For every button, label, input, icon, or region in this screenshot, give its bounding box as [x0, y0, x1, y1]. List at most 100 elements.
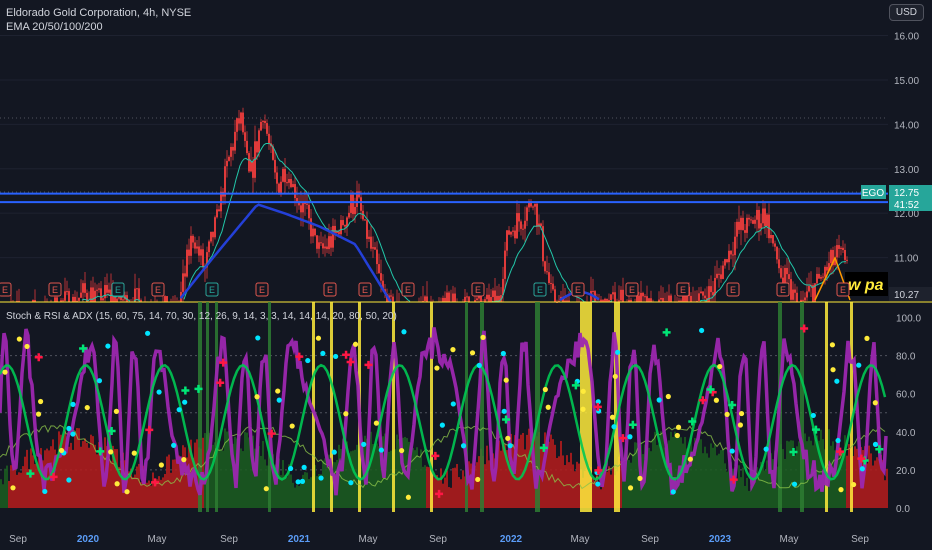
histogram-bar	[176, 456, 178, 508]
signal-dot	[182, 399, 188, 405]
candle-body	[804, 297, 806, 301]
candle-body	[782, 277, 784, 283]
candle-body	[506, 230, 508, 251]
signal-dot	[289, 423, 295, 429]
candle-body	[734, 236, 736, 256]
candle-body	[796, 292, 798, 302]
candle-body	[184, 273, 186, 277]
candle-body	[644, 296, 646, 298]
signal-dot	[503, 377, 509, 383]
signal-dot	[872, 400, 878, 406]
candle-body	[766, 214, 768, 227]
histogram-bar	[848, 444, 850, 508]
candle-body	[286, 182, 288, 184]
candle-body	[592, 290, 594, 292]
candle-body	[662, 297, 664, 302]
histogram-bar	[550, 434, 552, 508]
histogram-bar	[798, 441, 800, 508]
histogram-bar	[8, 480, 10, 508]
histogram-bar	[352, 450, 354, 508]
signal-dot	[687, 456, 693, 462]
price-tick-label: 16.00	[894, 32, 919, 43]
signal-dot	[254, 394, 260, 400]
candle-body	[236, 118, 238, 132]
candle-body	[284, 168, 286, 183]
candle-body	[726, 259, 728, 263]
signal-dot	[156, 389, 162, 395]
histogram-bar	[486, 445, 488, 508]
candle-body	[612, 292, 614, 295]
candle-body	[754, 219, 756, 224]
histogram-bar	[868, 445, 870, 508]
histogram-bar	[886, 468, 888, 508]
histogram-bar	[528, 428, 530, 508]
histogram-bar	[422, 466, 424, 508]
candle-body	[244, 132, 246, 141]
histogram-bar	[262, 440, 264, 508]
candle-body	[536, 203, 538, 227]
chart-canvas[interactable]: w pa EEEEEEEEEEEEEEEEEEEE 11.0012.0013.0…	[0, 0, 932, 550]
candle-body	[282, 168, 284, 182]
candle-body	[446, 292, 448, 302]
candle-body	[748, 217, 750, 220]
histogram-bar	[174, 459, 176, 508]
histogram-bar	[150, 485, 152, 508]
candle-body	[844, 250, 846, 260]
earnings-marker-label: E	[362, 285, 368, 295]
histogram-bar	[70, 442, 72, 508]
histogram-bar	[460, 479, 462, 508]
histogram-bar	[22, 466, 24, 508]
candle-body	[252, 161, 254, 178]
histogram-bar	[462, 470, 464, 508]
candle-body	[98, 288, 100, 290]
signal-dot	[627, 434, 633, 440]
signal-dot	[333, 353, 339, 360]
candle-body	[332, 225, 334, 248]
candle-body	[366, 220, 368, 239]
histogram-bar	[324, 458, 326, 508]
candle-body	[504, 250, 506, 279]
signal-dot	[145, 330, 151, 336]
signal-dot	[656, 397, 662, 403]
candle-body	[258, 130, 260, 153]
candle-body	[836, 245, 838, 258]
candle-body	[818, 273, 820, 279]
signal-dot	[580, 388, 586, 394]
currency-button[interactable]: USD	[888, 4, 924, 21]
histogram-bar	[484, 464, 486, 508]
histogram-bar	[554, 444, 556, 508]
candle-body	[690, 295, 692, 302]
candle-body	[74, 296, 76, 302]
signal-band	[850, 302, 853, 512]
signal-dot	[405, 494, 411, 500]
candle-body	[720, 274, 722, 279]
price-tick-label: 13.00	[894, 165, 919, 176]
candle-body	[718, 273, 720, 275]
histogram-bar	[292, 482, 294, 508]
signal-dot	[674, 432, 680, 439]
candle-body	[212, 231, 214, 238]
histogram-bar	[762, 464, 764, 508]
candle-body	[96, 289, 98, 291]
signal-dot	[263, 486, 269, 492]
histogram-bar	[452, 468, 454, 508]
time-axis[interactable]: Sep 2020 May Sep 2021 May Sep 2022 May Sep 2023 May…	[0, 528, 932, 550]
histogram-bar	[748, 490, 750, 508]
earnings-marker-label: E	[405, 285, 411, 295]
histogram-bar	[62, 436, 64, 508]
candle-body	[392, 296, 394, 302]
candle-body	[522, 228, 524, 230]
time-tick-label: May	[780, 534, 799, 545]
candle-body	[646, 296, 648, 302]
histogram-bar	[308, 479, 310, 508]
earnings-marker-label: E	[780, 285, 786, 295]
candle-body	[324, 246, 326, 249]
candle-body	[620, 289, 622, 301]
signal-dot	[320, 350, 326, 357]
histogram-bar	[376, 443, 378, 508]
histogram-bar	[110, 461, 112, 508]
candle-body	[494, 290, 496, 302]
candle-body	[520, 221, 522, 229]
candle-body	[552, 283, 554, 290]
signal-dot	[469, 350, 476, 356]
